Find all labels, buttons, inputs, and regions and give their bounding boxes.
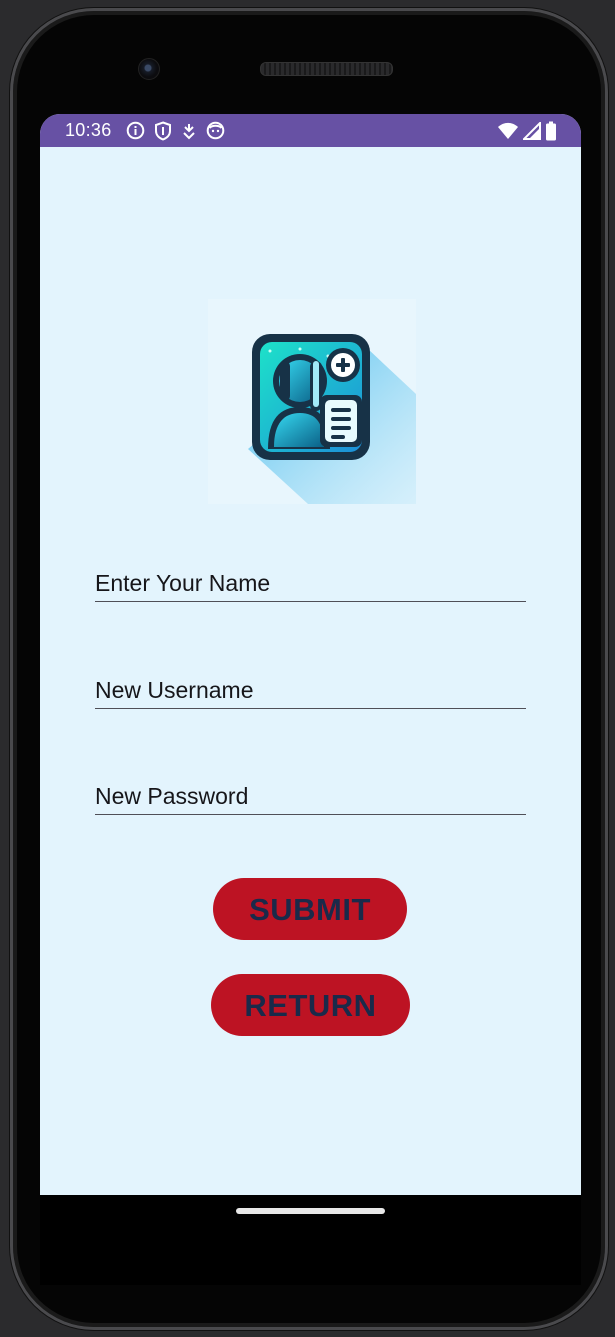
- username-field[interactable]: New Username: [95, 677, 526, 709]
- face-icon: [206, 121, 225, 140]
- app-screen: 10:36 Enter Your Name New Username New P…: [40, 114, 581, 1195]
- shield-icon: [154, 120, 172, 141]
- user-register-icon: [208, 299, 416, 504]
- cell-signal-icon: [523, 121, 541, 140]
- wifi-icon: [497, 122, 519, 140]
- info-icon: [126, 121, 145, 140]
- battery-icon: [545, 121, 557, 141]
- return-button[interactable]: RETURN: [211, 974, 410, 1036]
- front-camera: [138, 58, 160, 80]
- password-field[interactable]: New Password: [95, 783, 526, 815]
- status-right-icons: [497, 121, 557, 141]
- earpiece-speaker: [260, 62, 393, 76]
- download-arrow-icon: [181, 122, 197, 140]
- name-field[interactable]: Enter Your Name: [95, 570, 526, 602]
- status-bar: 10:36: [40, 114, 581, 147]
- home-indicator[interactable]: [236, 1208, 385, 1214]
- status-left-icons: [126, 120, 225, 141]
- status-time: 10:36: [65, 120, 112, 140]
- submit-button[interactable]: SUBMIT: [213, 878, 407, 940]
